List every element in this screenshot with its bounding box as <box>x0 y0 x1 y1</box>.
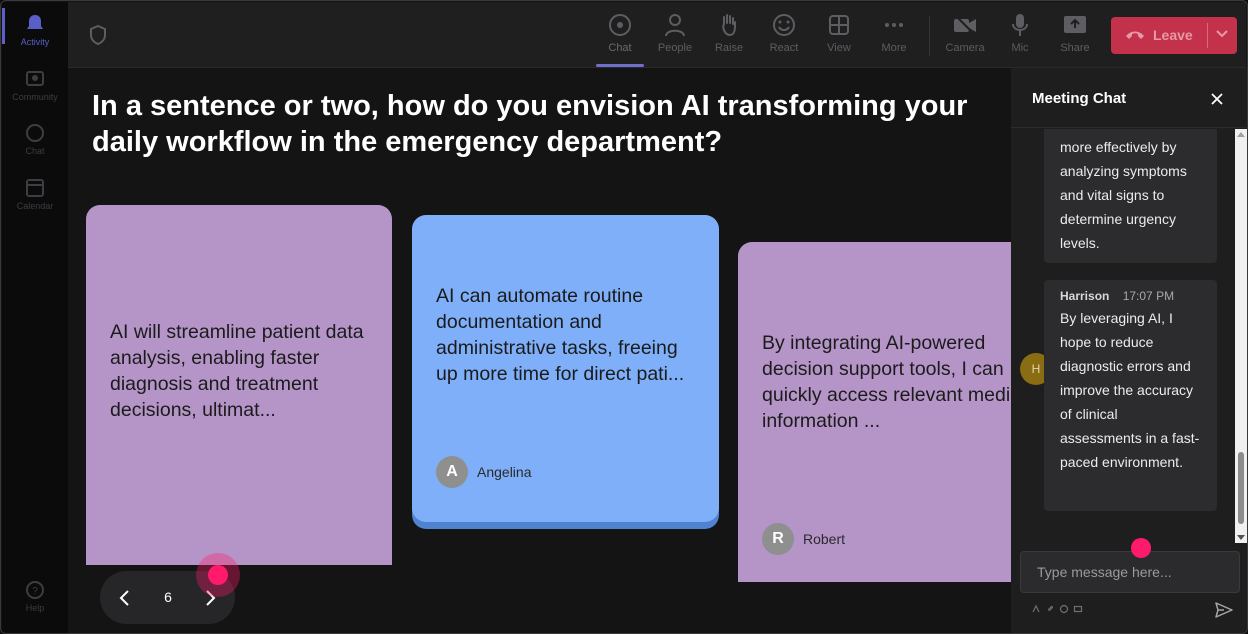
camera-off-icon <box>954 14 976 36</box>
rail-item-chat[interactable]: Chat <box>2 123 68 156</box>
toolbar-label: Raise <box>714 42 744 54</box>
toolbar-people-button[interactable]: People <box>650 12 700 54</box>
rail-item-help[interactable]: ? Help <box>2 580 68 613</box>
help-icon: ? <box>26 581 44 599</box>
rail-item-label: Activity <box>20 37 50 47</box>
rail-item-label: Community <box>12 92 58 102</box>
message-text: more effectively by analyzing symptoms a… <box>1060 139 1187 251</box>
response-text: By integrating AI-powered decision suppo… <box>762 332 1011 432</box>
rail-item-label: Help <box>25 603 45 613</box>
response-card[interactable]: AI will streamline patient data analysis… <box>86 205 392 565</box>
toolbar-label: Share <box>1060 42 1090 54</box>
chat-message: more effectively by analyzing symptoms a… <box>1044 129 1217 263</box>
rail-item-community[interactable]: Community <box>2 69 68 102</box>
bell-icon <box>27 15 43 29</box>
svg-text:?: ? <box>32 586 38 597</box>
message-input[interactable] <box>1020 551 1240 593</box>
response-card[interactable]: By integrating AI-powered decision suppo… <box>738 242 1011 582</box>
toolbar-label: View <box>827 42 851 54</box>
response-card[interactable]: AI can automate routine documentation an… <box>412 215 719 522</box>
rail-item-label: Chat <box>25 146 45 156</box>
response-text: AI will streamline patient data analysis… <box>110 321 364 421</box>
community-icon <box>26 71 44 86</box>
toolbar-label: More <box>881 42 907 54</box>
gif-icon[interactable] <box>1073 604 1083 614</box>
chat-icon <box>609 14 631 36</box>
toolbar-camera-button[interactable]: Camera <box>940 12 990 54</box>
page-number: 6 <box>164 589 172 605</box>
response-text: AI can automate routine documentation an… <box>436 285 685 385</box>
hang-up-icon <box>1126 31 1144 39</box>
people-icon <box>665 14 685 37</box>
author-name: Angelina <box>477 464 532 480</box>
sender-name: Harrison <box>1060 289 1110 303</box>
message-text: By leveraging AI, I hope to reduce diagn… <box>1060 310 1200 470</box>
toolbar-label: Camera <box>945 42 985 54</box>
card-author: R Robert <box>762 523 845 555</box>
toolbar-chat-button[interactable]: Chat <box>595 12 645 67</box>
close-icon[interactable] <box>1210 92 1224 106</box>
rail-item-activity[interactable]: Activity <box>2 8 68 47</box>
meeting-chat-panel: Meeting Chat more effectively by analyzi… <box>1011 68 1247 633</box>
card-author: A Angelina <box>436 456 532 488</box>
chat-message: Harrison 17:07 PM By leveraging AI, I ho… <box>1044 280 1217 511</box>
rail-item-label: Calendar <box>16 201 54 211</box>
rail-item-calendar[interactable]: Calendar <box>2 178 68 211</box>
chevron-left-icon[interactable] <box>118 588 132 608</box>
toolbar-label: Chat <box>608 42 632 54</box>
question-line: daily workflow in the emergency departme… <box>92 126 723 158</box>
chat-title: Meeting Chat <box>1032 90 1127 107</box>
app-rail: Activity Community Chat Calendar ? Help <box>2 2 68 633</box>
view-icon <box>829 15 849 35</box>
cursor-indicator <box>1131 538 1151 558</box>
leave-button[interactable]: Leave <box>1111 17 1237 54</box>
mic-icon <box>1012 14 1028 36</box>
toolbar-divider <box>929 16 930 56</box>
meeting-toolbar: Chat People Raise React View More Camera <box>68 2 1246 68</box>
send-icon[interactable] <box>1214 601 1234 619</box>
toolbar-label: Mic <box>1011 42 1029 54</box>
author-name: Robert <box>803 531 846 547</box>
avatar: R <box>762 523 794 555</box>
toolbar-view-button[interactable]: View <box>814 12 864 54</box>
format-icon[interactable] <box>1031 604 1041 614</box>
scroll-down-arrow[interactable] <box>1237 535 1245 540</box>
scroll-up-arrow[interactable] <box>1237 132 1245 137</box>
toolbar-label: People <box>657 42 693 54</box>
leave-divider <box>1207 23 1208 48</box>
chevron-down-icon[interactable] <box>1215 29 1229 39</box>
toolbar-react-button[interactable]: React <box>759 12 809 54</box>
presentation-stage: In a sentence or two, how do you envisio… <box>68 68 1011 633</box>
chat-scrollbar[interactable] <box>1235 129 1247 543</box>
cursor-indicator <box>208 565 228 585</box>
toolbar-raise-button[interactable]: Raise <box>704 12 754 54</box>
toolbar-label: React <box>769 42 799 54</box>
chat-messages: more effectively by analyzing symptoms a… <box>1011 129 1235 543</box>
toolbar-mic-button[interactable]: Mic <box>995 12 1045 54</box>
emoji-icon[interactable] <box>1059 604 1069 614</box>
shield-icon[interactable] <box>88 24 108 46</box>
toolbar-share-button[interactable]: Share <box>1050 12 1100 54</box>
avatar: A <box>436 456 468 488</box>
share-icon <box>1064 16 1086 33</box>
format-toolbar <box>1031 604 1083 614</box>
more-icon <box>885 23 903 27</box>
message-meta: Harrison 17:07 PM <box>1060 286 1201 306</box>
raise-hand-icon <box>722 14 736 37</box>
chat-header: Meeting Chat <box>1011 68 1247 128</box>
attach-icon[interactable] <box>1045 604 1055 614</box>
chat-icon <box>26 124 44 142</box>
toolbar-more-button[interactable]: More <box>869 12 919 54</box>
message-time: 17:07 PM <box>1122 289 1175 303</box>
calendar-icon <box>26 179 44 197</box>
question-title: In a sentence or two, how do you envisio… <box>92 88 1011 160</box>
question-line: In a sentence or two, how do you envisio… <box>92 90 968 122</box>
scroll-thumb[interactable] <box>1238 452 1244 524</box>
leave-label: Leave <box>1153 27 1193 43</box>
meeting-window: Activity Community Chat Calendar ? Help … <box>0 0 1248 634</box>
react-icon <box>773 14 795 36</box>
